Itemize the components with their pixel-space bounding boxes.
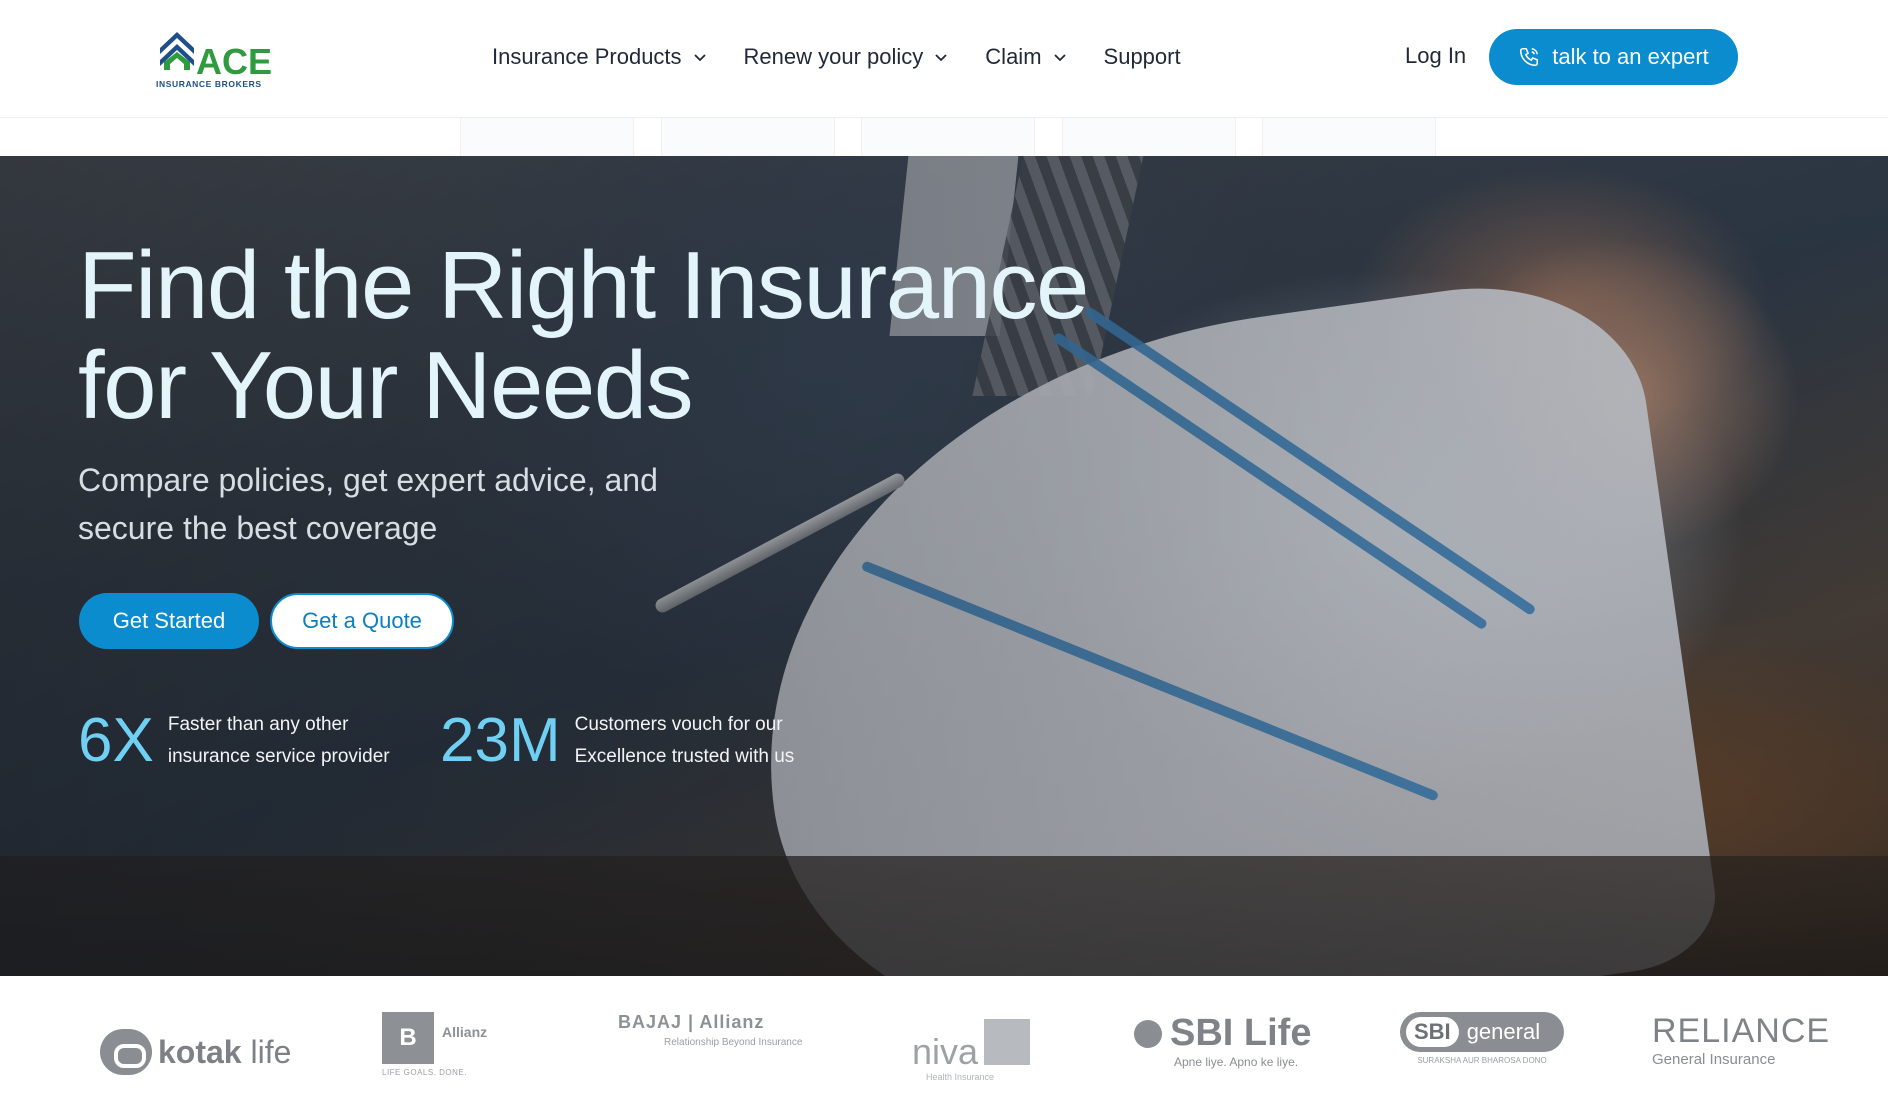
hero-title-line1: Find the Right Insurance bbox=[78, 232, 1089, 339]
logo-subtitle: INSURANCE BROKERS bbox=[156, 79, 262, 89]
stat-value: 23M bbox=[440, 706, 561, 775]
kotak-bold: kotak bbox=[158, 1033, 242, 1070]
login-link[interactable]: Log In bbox=[1405, 43, 1466, 69]
bajaj-box-icon: B bbox=[382, 1012, 434, 1064]
submenu-placeholder bbox=[1062, 118, 1236, 156]
nav-label: Support bbox=[1103, 44, 1181, 69]
bajaj-life-tagline: LIFE GOALS. DONE. bbox=[382, 1068, 467, 1077]
reliance-tagline: General Insurance bbox=[1652, 1051, 1776, 1068]
hero-subtitle-line2: secure the best coverage bbox=[78, 510, 438, 546]
ace-logo[interactable]: ACE INSURANCE BROKERS bbox=[156, 28, 274, 90]
sbi-badge-text: SBI bbox=[1406, 1017, 1459, 1047]
sbi-general-logo: SBI general SURAKSHA AUR BHAROSA DONO bbox=[1400, 1012, 1564, 1092]
nav-insurance-products[interactable]: Insurance Products bbox=[492, 42, 708, 72]
cta-label: talk to an expert bbox=[1552, 44, 1709, 69]
niva-wordmark: niva bbox=[912, 1031, 979, 1072]
stat-description: Customers vouch for our Excellence trust… bbox=[575, 709, 795, 773]
submenu-placeholder bbox=[460, 118, 634, 156]
nav-claim[interactable]: Claim bbox=[985, 42, 1067, 72]
hero-subtitle: Compare policies, get expert advice, and… bbox=[78, 456, 778, 552]
get-started-button[interactable]: Get Started bbox=[79, 593, 259, 649]
stat-desc-line2: Excellence trusted with us bbox=[574, 746, 795, 767]
stat-desc-line2: insurance service provider bbox=[167, 746, 390, 767]
sbi-life-tagline: Apne liye. Apno ke liye. bbox=[1174, 1055, 1299, 1069]
site-header: ACE INSURANCE BROKERS Insurance Products… bbox=[0, 0, 1888, 118]
nav-support[interactable]: Support bbox=[1104, 42, 1181, 72]
submenu-strip bbox=[0, 118, 1888, 156]
sbi-general-text: general bbox=[1466, 1019, 1541, 1044]
nav-renew-policy[interactable]: Renew your policy bbox=[744, 42, 950, 72]
reliance-wordmark: RELIANCE bbox=[1652, 1012, 1831, 1050]
hero-subtitle-line1: Compare policies, get expert advice, and bbox=[78, 462, 658, 498]
kotak-life-logo: kotak life bbox=[100, 1012, 291, 1092]
sbi-general-badge: SBI general bbox=[1400, 1012, 1564, 1052]
hero-title-line2: for Your Needs bbox=[78, 332, 694, 439]
niva-bupa-logo: niva Health Insurance bbox=[912, 1012, 1031, 1092]
chevron-down-icon bbox=[693, 54, 706, 62]
sbi-general-tagline: SURAKSHA AUR BHAROSA DONO bbox=[1417, 1056, 1547, 1065]
submenu-placeholder bbox=[861, 118, 1035, 156]
stat-speed: 6X Faster than any other insurance servi… bbox=[78, 706, 390, 776]
stat-desc-line1: Customers vouch for our bbox=[574, 714, 783, 735]
logo-house-icon bbox=[160, 32, 194, 70]
nav-label: Renew your policy bbox=[743, 44, 924, 69]
nav-label: Claim bbox=[985, 44, 1042, 69]
kotak-rest: life bbox=[241, 1033, 292, 1070]
chevron-down-icon bbox=[935, 54, 947, 62]
bajaj-allianz-life-logo: B Allianz LIFE GOALS. DONE. bbox=[382, 1012, 487, 1092]
kotak-infinity-icon bbox=[100, 1029, 152, 1075]
partner-logos: kotak life B Allianz LIFE GOALS. DONE. B… bbox=[0, 976, 1888, 1120]
sbi-life-logo: SBI Life Apne liye. Apno ke liye. bbox=[1134, 1012, 1311, 1092]
phone-icon bbox=[1520, 47, 1539, 67]
bajaj-allianz-general-logo: BAJAJ | Allianz Relationship Beyond Insu… bbox=[618, 1012, 802, 1092]
nav-label: Insurance Products bbox=[492, 44, 682, 69]
submenu-placeholder bbox=[661, 118, 835, 156]
bupa-square-icon bbox=[984, 1019, 1031, 1065]
logo-wordmark: ACE bbox=[196, 41, 273, 82]
stat-desc-line1: Faster than any other bbox=[167, 714, 349, 735]
get-quote-button[interactable]: Get a Quote bbox=[270, 593, 454, 649]
kotak-wordmark: kotak life bbox=[158, 1034, 291, 1071]
sbi-life-wordmark: SBI Life bbox=[1134, 1012, 1311, 1055]
sbi-life-name: SBI Life bbox=[1170, 1012, 1312, 1054]
talk-to-expert-button[interactable]: talk to an expert bbox=[1489, 29, 1738, 85]
allianz-text: Allianz bbox=[442, 1024, 488, 1040]
stat-description: Faster than any other insurance service … bbox=[168, 709, 390, 773]
submenu-placeholder bbox=[1262, 118, 1436, 156]
stat-value: 6X bbox=[78, 706, 154, 775]
sbi-keyhole-icon bbox=[1134, 1019, 1162, 1048]
bajaj-allianz-tagline: Relationship Beyond Insurance bbox=[664, 1037, 803, 1048]
bajaj-allianz-wordmark: BAJAJ | Allianz bbox=[618, 1012, 765, 1032]
stat-customers: 23M Customers vouch for our Excellence t… bbox=[440, 706, 794, 776]
chevron-down-icon bbox=[1053, 54, 1066, 62]
niva-tagline: Health Insurance bbox=[926, 1072, 995, 1082]
main-nav: Insurance Products Renew your policy Cla… bbox=[492, 42, 1181, 72]
hero-title: Find the Right Insurance for Your Needs bbox=[78, 236, 1278, 436]
reliance-general-logo: RELIANCE General Insurance bbox=[1652, 1012, 1830, 1092]
